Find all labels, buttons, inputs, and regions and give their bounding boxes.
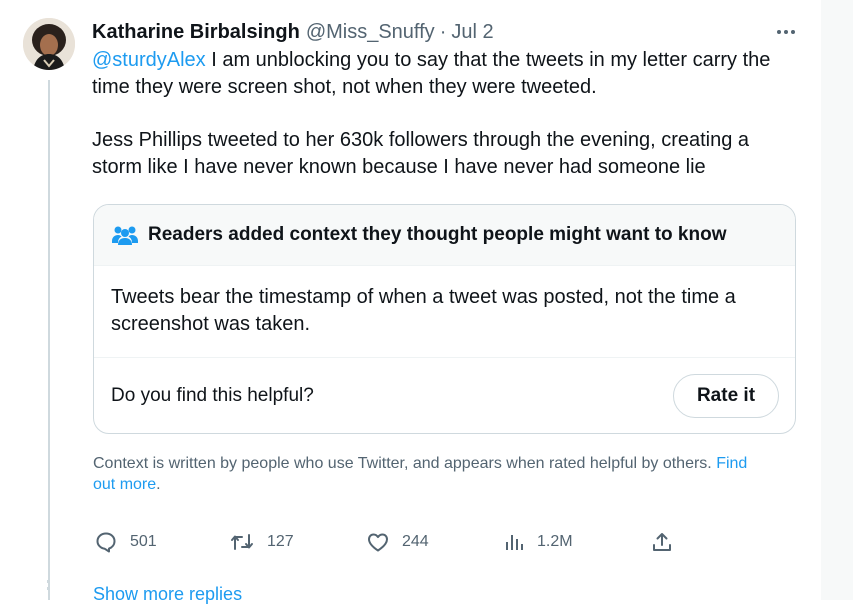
view-count: 1.2M bbox=[537, 533, 573, 550]
like-button[interactable]: 244 bbox=[366, 530, 429, 554]
header-separator: · bbox=[439, 21, 447, 43]
like-count: 244 bbox=[402, 533, 429, 550]
thread-line bbox=[48, 80, 50, 600]
tweet-date[interactable]: Jul 2 bbox=[451, 18, 493, 46]
reply-icon bbox=[96, 532, 116, 553]
community-note-heading: Readers added context they thought peopl… bbox=[148, 224, 727, 245]
thread-continuation-dots bbox=[47, 580, 51, 594]
community-note-header: Readers added context they thought peopl… bbox=[94, 205, 795, 266]
retweet-button[interactable]: 127 bbox=[229, 530, 294, 554]
tweet-paragraph-2: Jess Phillips tweeted to her 630k follow… bbox=[92, 129, 750, 178]
show-more-replies-link[interactable]: Show more replies bbox=[93, 584, 242, 605]
reply-button[interactable]: 501 bbox=[94, 530, 157, 554]
author-handle[interactable]: @Miss_Snuffy bbox=[306, 18, 435, 46]
mention-link[interactable]: @sturdyAlex bbox=[92, 49, 206, 71]
community-note-body: Tweets bear the timestamp of when a twee… bbox=[94, 266, 795, 358]
share-icon bbox=[653, 533, 671, 551]
readers-group-icon bbox=[112, 226, 138, 245]
helpful-question: Do you find this helpful? bbox=[111, 385, 314, 406]
rate-it-button[interactable]: Rate it bbox=[673, 374, 779, 418]
avatar[interactable] bbox=[23, 18, 75, 70]
disclaimer-period: . bbox=[156, 476, 161, 493]
note-disclaimer: Context is written by people who use Twi… bbox=[93, 453, 773, 495]
community-note-footer: Do you find this helpful? Rate it bbox=[94, 358, 795, 433]
reply-count: 501 bbox=[130, 533, 157, 550]
tweet-paragraph-1: @sturdyAlex I am unblocking you to say t… bbox=[92, 47, 798, 101]
retweet-icon bbox=[231, 534, 253, 550]
tweet-actions: 501 127 244 1.2M bbox=[93, 530, 693, 560]
tweet-text: @sturdyAlex I am unblocking you to say t… bbox=[92, 47, 798, 181]
more-options-icon[interactable] bbox=[774, 18, 798, 46]
share-button[interactable] bbox=[650, 530, 686, 554]
disclaimer-text: Context is written by people who use Twi… bbox=[93, 455, 712, 472]
tweet-header: Katharine Birbalsingh @Miss_Snuffy · Jul… bbox=[92, 18, 798, 46]
page-right-edge bbox=[821, 0, 853, 600]
heart-icon bbox=[368, 533, 388, 552]
retweet-count: 127 bbox=[267, 533, 294, 550]
views-chart-icon bbox=[506, 535, 523, 550]
tweet: Katharine Birbalsingh @Miss_Snuffy · Jul… bbox=[92, 18, 798, 181]
avatar-image bbox=[23, 18, 75, 70]
community-note: Readers added context they thought peopl… bbox=[93, 204, 796, 434]
author-name[interactable]: Katharine Birbalsingh bbox=[92, 18, 300, 46]
views-button[interactable]: 1.2M bbox=[503, 530, 573, 554]
